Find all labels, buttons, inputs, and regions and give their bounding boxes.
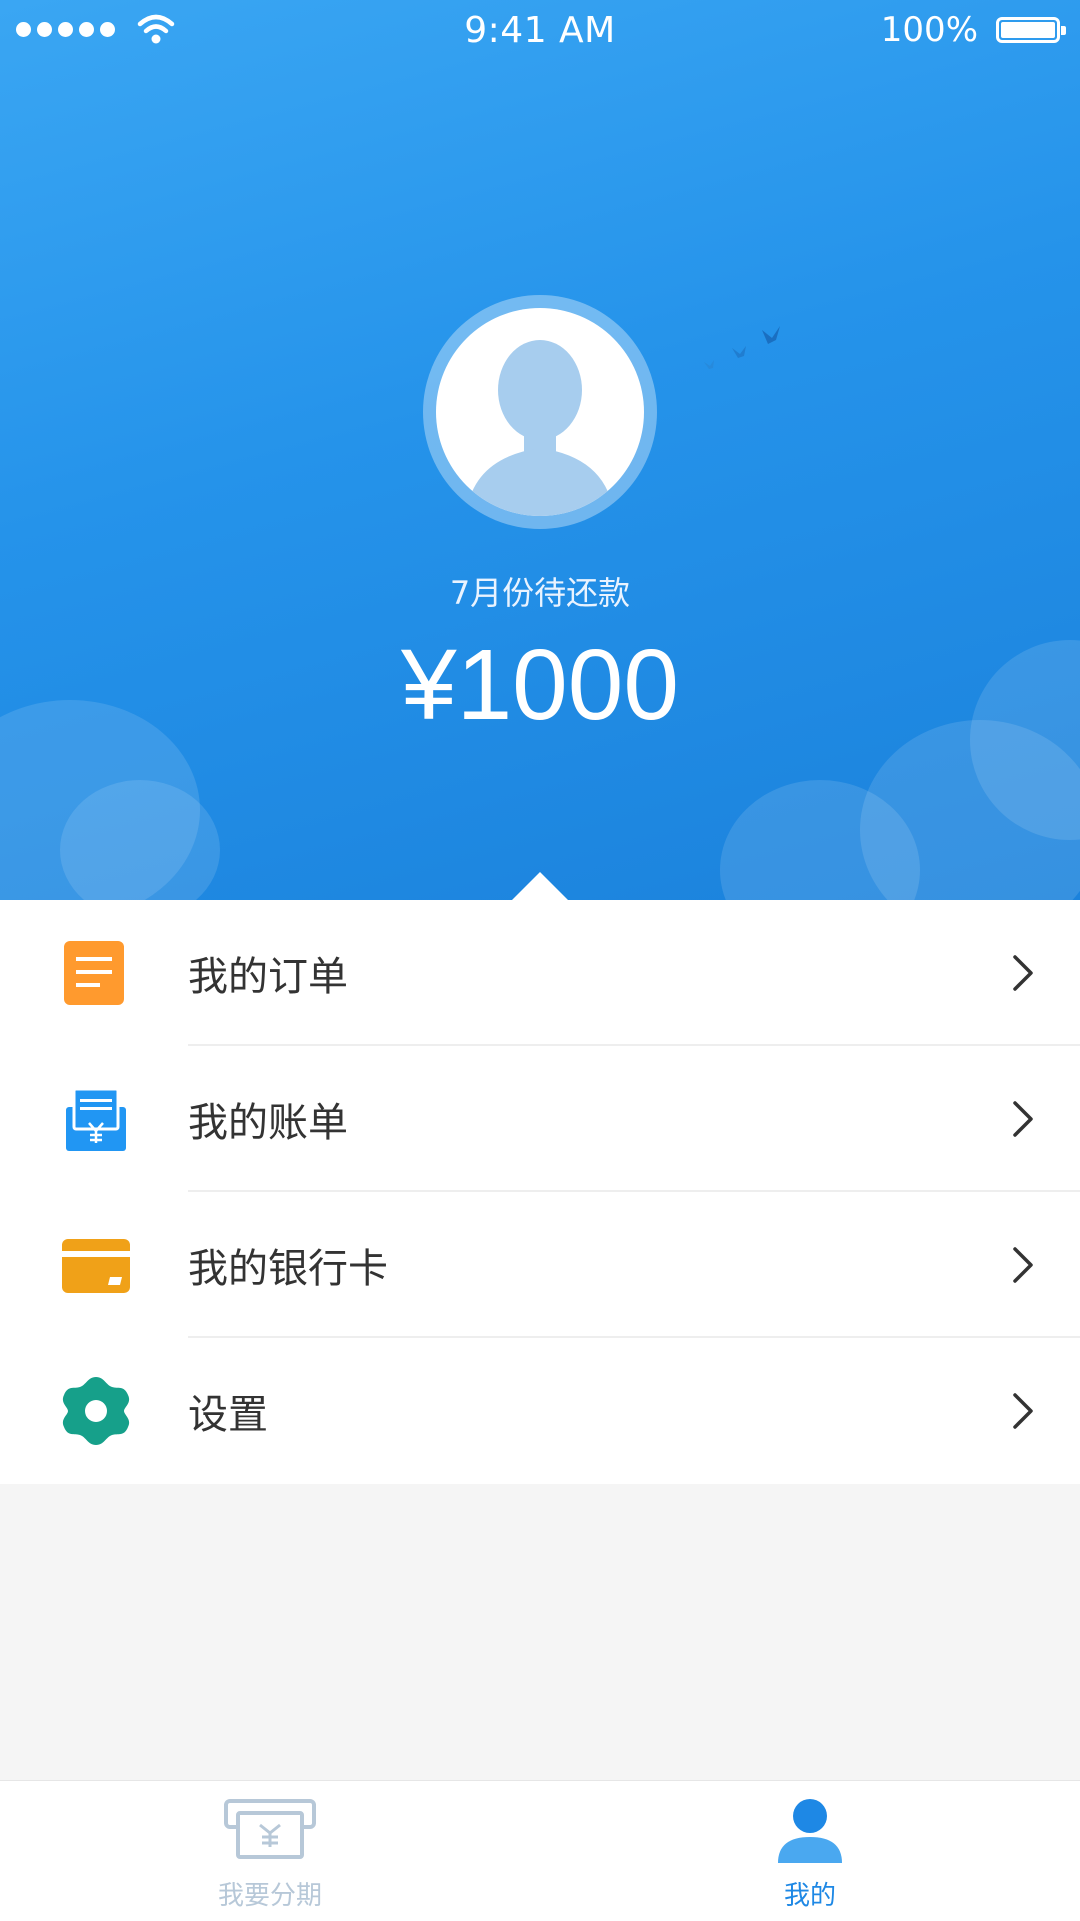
avatar-placeholder-icon [436,308,644,516]
menu-item-label: 我的银行卡 [188,1246,388,1292]
chevron-right-icon [1013,1393,1033,1429]
settings-gear-icon [62,1377,130,1445]
profile-icon [778,1799,842,1863]
menu-item-label: 我的订单 [188,954,348,1000]
bank-card-icon [62,1239,130,1293]
battery-percentage: 100% [880,10,978,50]
menu-item-bank-cards[interactable]: 我的银行卡 [0,1192,1080,1338]
pointer-notch [512,872,568,900]
tab-installment[interactable]: 我要分期 [0,1781,540,1921]
header-banner: 9:41 AM 100% 7月份待还款 ¥1000 [0,0,1080,900]
tab-label: 我要分期 [217,1881,322,1911]
installment-icon [224,1799,316,1859]
repayment-month-label: 7月份待还款 [449,574,631,612]
menu-list: 我的订单 我的账单 我的银行卡 设置 [0,900,1080,1484]
tab-label: 我的 [783,1881,836,1911]
menu-item-label: 设置 [188,1392,268,1438]
chevron-right-icon [1013,1247,1033,1283]
chevron-right-icon [1013,1101,1033,1137]
tab-profile[interactable]: 我的 [540,1781,1080,1921]
menu-item-bills[interactable]: 我的账单 [0,1046,1080,1192]
bill-icon [66,1087,126,1151]
chevron-right-icon [1013,955,1033,991]
battery-icon [996,17,1066,43]
status-bar: 9:41 AM 100% [0,0,1080,64]
order-icon [64,941,124,1005]
avatar[interactable] [423,295,657,529]
repayment-amount: ¥1000 [400,629,680,741]
bottom-tab-bar: 我要分期 我的 [0,1780,1080,1921]
birds-icon [704,326,780,369]
menu-item-settings[interactable]: 设置 [0,1338,1080,1484]
menu-item-orders[interactable]: 我的订单 [0,900,1080,1046]
menu-item-label: 我的账单 [188,1100,348,1146]
